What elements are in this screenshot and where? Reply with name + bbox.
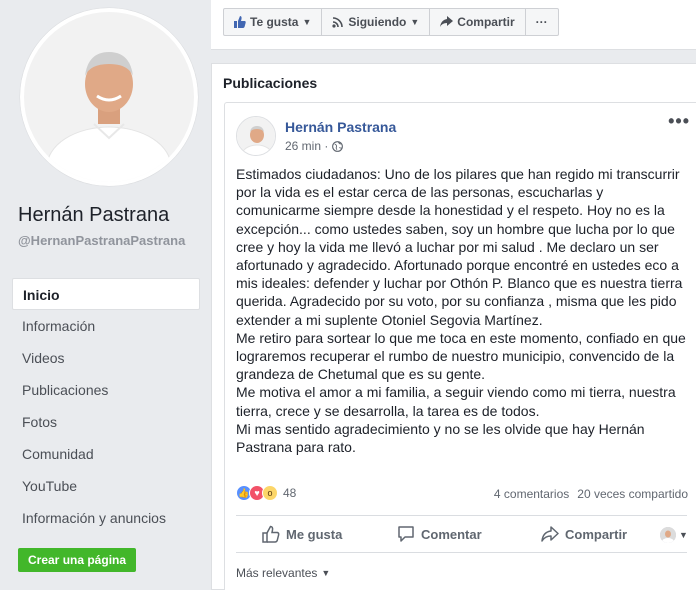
post-share-label: Compartir xyxy=(565,526,628,542)
post-meta: 26 min · xyxy=(285,139,344,153)
nav-item-fotos[interactable]: Fotos xyxy=(12,406,200,438)
post-like-button[interactable]: Me gusta xyxy=(262,525,342,543)
page-nav: Inicio Información Videos Publicaciones … xyxy=(12,278,200,534)
publications-section: Publicaciones Hernán Pastrana 26 min · •… xyxy=(211,63,696,590)
like-page-button[interactable]: Te gusta ▼ xyxy=(224,9,323,35)
share-page-label: Compartir xyxy=(457,15,515,29)
persona-selector[interactable]: ▼ xyxy=(660,527,688,543)
like-page-label: Te gusta xyxy=(250,15,299,29)
more-options-button[interactable]: ··· xyxy=(526,9,558,35)
comment-bubble-icon xyxy=(398,526,414,542)
page-handle[interactable]: @HernanPastranaPastrana xyxy=(18,233,198,249)
nav-item-publicaciones[interactable]: Publicaciones xyxy=(12,374,200,406)
globe-icon[interactable] xyxy=(332,140,344,152)
nav-item-informacion-anuncios[interactable]: Información y anuncios xyxy=(12,502,200,534)
post-author-avatar[interactable] xyxy=(236,116,276,156)
post-comment-button[interactable]: Comentar xyxy=(397,525,482,543)
rss-icon xyxy=(332,17,344,28)
chevron-down-icon: ▼ xyxy=(321,568,331,578)
more-dots-icon: ··· xyxy=(535,15,548,29)
create-page-button[interactable]: Crear una página xyxy=(18,548,137,572)
page-name[interactable]: Hernán Pastrana xyxy=(18,204,169,227)
wow-reaction-icon: o xyxy=(262,485,278,501)
left-column: Hernán Pastrana @HernanPastranaPastrana … xyxy=(0,0,210,590)
post-share-button[interactable]: Compartir xyxy=(541,525,627,543)
post-action-bar: Me gusta Comentar Compartir ▼ xyxy=(236,515,688,553)
comments-count-link[interactable]: 4 comentarios xyxy=(494,487,569,501)
nav-item-videos[interactable]: Videos xyxy=(12,342,200,374)
persona-avatar xyxy=(660,527,676,543)
comment-sort-label: Más relevantes xyxy=(236,566,318,580)
post-body-text: Estimados ciudadanos: Uno de los pilares… xyxy=(236,166,686,456)
chevron-down-icon: ▼ xyxy=(302,17,312,27)
share-arrow-outline-icon xyxy=(541,526,559,542)
section-title: Publicaciones xyxy=(223,75,318,91)
post-card: Hernán Pastrana 26 min · ••• Estimados c… xyxy=(224,102,696,590)
post-author-name[interactable]: Hernán Pastrana xyxy=(285,119,396,135)
reaction-summary[interactable]: 👍 ♥ o 48 xyxy=(236,485,296,501)
chevron-down-icon: ▼ xyxy=(410,17,420,27)
follow-label: Siguiendo xyxy=(348,15,407,29)
comment-sort-dropdown[interactable]: Más relevantes ▼ xyxy=(236,566,330,580)
shares-count-link[interactable]: 20 veces compartido xyxy=(577,487,688,501)
post-timestamp[interactable]: 26 min · xyxy=(285,139,328,153)
nav-item-informacion[interactable]: Información xyxy=(12,310,200,342)
share-arrow-icon xyxy=(440,16,454,27)
profile-photo-illustration xyxy=(24,12,194,182)
avatar-illustration xyxy=(237,117,275,155)
page-action-bar: Te gusta ▼ Siguiendo ▼ Compartir ··· xyxy=(211,0,696,50)
post-like-label: Me gusta xyxy=(286,526,343,542)
thumbs-up-outline-icon xyxy=(262,525,280,543)
follow-button[interactable]: Siguiendo ▼ xyxy=(322,9,431,35)
persona-avatar-illustration xyxy=(660,527,676,543)
reaction-count: 48 xyxy=(283,486,297,500)
share-page-button[interactable]: Compartir xyxy=(430,9,526,35)
nav-item-inicio[interactable]: Inicio xyxy=(12,278,200,310)
thumbs-up-icon xyxy=(234,16,246,28)
post-comment-label: Comentar xyxy=(421,526,482,542)
action-button-group: Te gusta ▼ Siguiendo ▼ Compartir ··· xyxy=(223,8,559,36)
chevron-down-icon: ▼ xyxy=(679,530,688,540)
nav-item-comunidad[interactable]: Comunidad xyxy=(12,438,200,470)
nav-item-youtube[interactable]: YouTube xyxy=(12,470,200,502)
profile-picture[interactable] xyxy=(20,8,198,186)
post-stats: 4 comentarios 20 veces compartido xyxy=(494,487,688,501)
post-options-button[interactable]: ••• xyxy=(668,111,690,132)
